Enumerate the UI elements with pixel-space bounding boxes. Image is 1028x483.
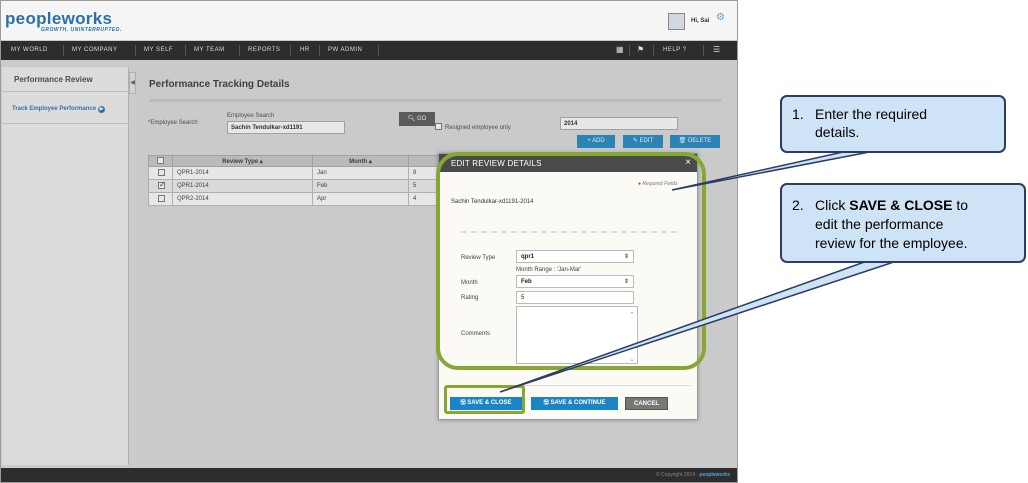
callout-step-2: 2. Click SAVE & CLOSE to edit the perfor… <box>780 183 1026 263</box>
step-text: details. <box>815 124 860 140</box>
step-number: 1. <box>792 106 804 122</box>
step-text: edit the performance <box>815 216 944 232</box>
step-text: Enter the required <box>815 106 928 122</box>
step-text: Click SAVE & CLOSE to <box>815 196 968 214</box>
callout-step-1: 1. Enter the required details. <box>780 95 1006 153</box>
callout2-pointer <box>499 259 901 393</box>
step-number: 2. <box>792 197 804 213</box>
step-text-part: Click <box>815 197 850 213</box>
step-text-part: to <box>952 197 969 213</box>
step-text-bold: SAVE & CLOSE <box>849 197 953 213</box>
step-text: review for the employee. <box>815 235 968 251</box>
